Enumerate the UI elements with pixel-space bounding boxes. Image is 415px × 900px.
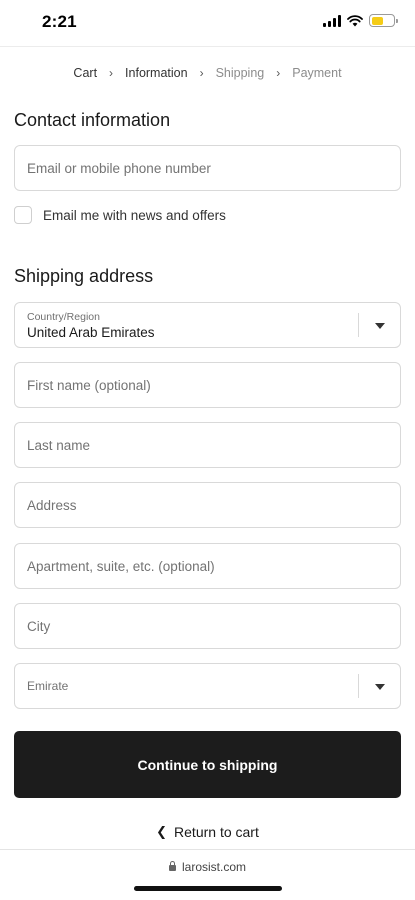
breadcrumb-information: Information bbox=[125, 66, 188, 80]
battery-level bbox=[371, 16, 384, 25]
battery-icon bbox=[369, 14, 398, 27]
return-to-cart-label[interactable]: Return to cart bbox=[174, 824, 259, 840]
address-field[interactable] bbox=[15, 483, 400, 527]
breadcrumb-chevron-icon: › bbox=[109, 66, 114, 80]
contact-section-title: Contact information bbox=[14, 110, 171, 130]
select-divider bbox=[358, 313, 359, 337]
status-bar: 2:21 bbox=[0, 0, 415, 46]
country-value[interactable]: United Arab Emirates bbox=[27, 325, 155, 340]
city-container bbox=[14, 603, 401, 649]
emirate-select[interactable]: Emirate bbox=[14, 663, 401, 709]
city-field[interactable] bbox=[15, 604, 400, 648]
home-indicator[interactable] bbox=[134, 886, 282, 891]
first-name-container bbox=[14, 362, 401, 408]
email-field[interactable] bbox=[15, 146, 400, 190]
shipping-section-title: Shipping address bbox=[14, 266, 154, 286]
apartment-container bbox=[14, 543, 401, 589]
bottom-divider bbox=[0, 849, 415, 850]
chevron-down-icon[interactable] bbox=[375, 684, 385, 690]
continue-to-shipping-button[interactable]: Continue to shipping bbox=[14, 731, 401, 798]
return-to-cart-link[interactable]: ❮ Return to cart bbox=[0, 824, 415, 840]
newsletter-label[interactable]: Email me with news and offers bbox=[43, 208, 226, 223]
cellular-signal-icon bbox=[323, 14, 341, 27]
status-icons bbox=[323, 14, 398, 27]
status-time: 2:21 bbox=[42, 12, 77, 31]
newsletter-row[interactable]: Email me with news and offers bbox=[14, 206, 226, 224]
last-name-container bbox=[14, 422, 401, 468]
breadcrumb-cart[interactable]: Cart bbox=[73, 66, 97, 80]
chevron-left-icon: ❮ bbox=[156, 824, 168, 839]
email-field-container bbox=[14, 145, 401, 191]
breadcrumb-shipping: Shipping bbox=[215, 66, 265, 80]
chevron-down-icon[interactable] bbox=[375, 323, 385, 329]
lock-icon bbox=[168, 861, 176, 871]
apartment-field[interactable] bbox=[15, 544, 400, 588]
url-text[interactable]: larosist.com bbox=[182, 860, 246, 874]
browser-url-bar[interactable]: larosist.com bbox=[0, 860, 415, 874]
last-name-field[interactable] bbox=[15, 423, 400, 467]
breadcrumb-payment: Payment bbox=[292, 66, 342, 80]
breadcrumb: Cart › Information › Shipping › Payment bbox=[0, 66, 415, 80]
breadcrumb-chevron-icon: › bbox=[276, 66, 281, 80]
country-label: Country/Region bbox=[27, 311, 100, 323]
emirate-placeholder[interactable]: Emirate bbox=[27, 679, 68, 693]
address-container bbox=[14, 482, 401, 528]
breadcrumb-chevron-icon: › bbox=[199, 66, 204, 80]
country-select[interactable]: Country/Region United Arab Emirates bbox=[14, 302, 401, 348]
select-divider bbox=[358, 674, 359, 698]
first-name-field[interactable] bbox=[15, 363, 400, 407]
wifi-icon bbox=[347, 14, 363, 26]
newsletter-checkbox[interactable] bbox=[14, 206, 32, 224]
top-divider bbox=[0, 46, 415, 47]
